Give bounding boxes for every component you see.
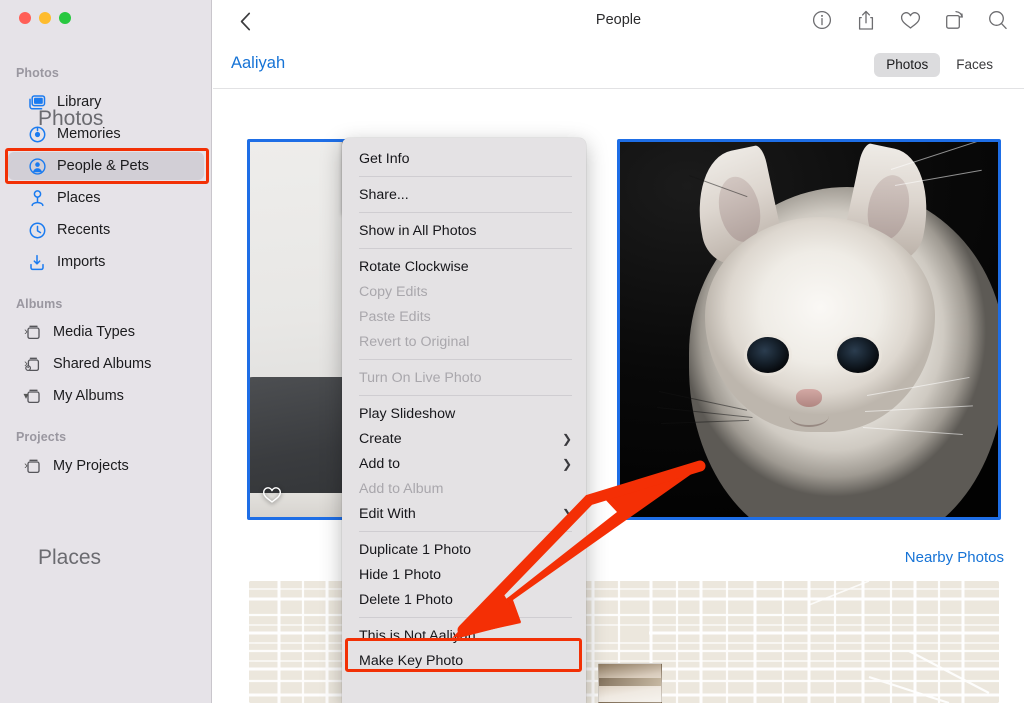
menu-separator [359, 359, 572, 360]
sidebar-group-title-photos: Photos [16, 66, 59, 80]
view-mode-segmented-control: Photos Faces [874, 53, 1005, 77]
chevron-right-icon[interactable]: › [20, 358, 32, 370]
section-heading-photos: Photos [38, 107, 104, 130]
menu-item-add-to[interactable]: Add to ❯ [342, 451, 586, 476]
people-pets-icon [26, 157, 48, 175]
menu-item-paste-edits: Paste Edits [359, 308, 431, 325]
menu-item-edit-with[interactable]: Edit With ❯ [342, 501, 586, 526]
imports-icon [26, 254, 48, 271]
photo-tile-cat[interactable] [619, 141, 999, 518]
chevron-right-icon[interactable]: › [20, 326, 32, 338]
menu-separator [359, 395, 572, 396]
search-icon[interactable] [987, 9, 1009, 31]
places-pin-icon [26, 189, 48, 207]
sidebar-item-label: Shared Albums [53, 356, 152, 372]
menu-item-duplicate-1-photo[interactable]: Duplicate 1 Photo [342, 537, 586, 562]
section-heading-places: Places [38, 546, 102, 569]
sidebar-group-title-projects: Projects [16, 430, 67, 444]
menu-item-add-to-album: Add to Album [359, 480, 444, 497]
menu-item-delete-1-photo[interactable]: Delete 1 Photo [342, 587, 586, 612]
sidebar: Photos Library Memories People & Pets Pl… [0, 0, 212, 703]
toolbar-icons [811, 9, 1009, 31]
chevron-right-icon[interactable]: › [20, 460, 32, 472]
sidebar-item-imports[interactable]: Imports [8, 248, 204, 276]
menu-item-play-slideshow[interactable]: Play Slideshow [342, 401, 586, 426]
context-menu: Get Info Share... Show in All Photos Rot… [342, 138, 586, 703]
sidebar-item-recents[interactable]: Recents [8, 216, 204, 244]
person-subheader: Aaliyah Photos Faces [213, 43, 1024, 89]
info-icon[interactable] [811, 9, 833, 31]
menu-item-turn-on-live-photo: Turn On Live Photo [359, 369, 482, 386]
menu-separator [359, 617, 572, 618]
favorite-heart-icon[interactable] [262, 486, 282, 506]
tab-faces[interactable]: Faces [944, 53, 1005, 77]
favorite-heart-icon[interactable] [899, 9, 921, 31]
menu-item-get-info[interactable]: Get Info [342, 146, 586, 171]
menu-item-revert-to-original: Revert to Original [359, 333, 470, 350]
sidebar-item-label: Imports [57, 254, 106, 270]
menu-separator [359, 531, 572, 532]
menu-item-rotate-clockwise[interactable]: Rotate Clockwise [342, 254, 586, 279]
sidebar-item-people-pets[interactable]: People & Pets [8, 152, 204, 180]
chevron-right-icon: ❯ [561, 506, 572, 521]
menu-item-make-key-photo[interactable]: Make Key Photo [342, 648, 586, 673]
share-icon[interactable] [855, 9, 877, 31]
person-name-label[interactable]: Aaliyah [231, 54, 285, 73]
chevron-right-icon: ❯ [561, 456, 572, 471]
photos-app-window: Photos Library Memories People & Pets Pl… [0, 0, 1024, 703]
menu-item-hide-1-photo[interactable]: Hide 1 Photo [342, 562, 586, 587]
window-traffic-lights [19, 12, 71, 24]
chevron-down-icon[interactable]: ▾ [20, 391, 32, 402]
sidebar-item-my-projects[interactable]: › My Projects [8, 452, 204, 480]
tab-photos[interactable]: Photos [874, 53, 941, 77]
cat-mouth [789, 405, 829, 427]
menu-item-show-in-all-photos[interactable]: Show in All Photos [342, 218, 586, 243]
cat-left-eye [747, 337, 789, 373]
map-photo-thumbnail[interactable] [598, 663, 662, 703]
rotate-icon[interactable] [943, 9, 965, 31]
nearby-photos-link[interactable]: Nearby Photos [905, 549, 1004, 566]
zoom-button[interactable] [59, 12, 71, 24]
chevron-right-icon: ❯ [561, 431, 572, 446]
menu-item-create[interactable]: Create ❯ [342, 426, 586, 451]
sidebar-item-label: Places [57, 190, 101, 206]
sidebar-item-media-types[interactable]: › Media Types [8, 318, 204, 346]
toolbar: People [213, 0, 1024, 43]
cat-right-eye [837, 337, 879, 373]
sidebar-item-label: Media Types [53, 324, 135, 340]
sidebar-item-label: My Albums [53, 388, 124, 404]
sidebar-item-label: People & Pets [57, 158, 149, 174]
sidebar-item-label: Recents [57, 222, 111, 238]
minimize-button[interactable] [39, 12, 51, 24]
sidebar-item-shared-albums[interactable]: › Shared Albums [8, 350, 204, 378]
sidebar-item-label: My Projects [53, 458, 129, 474]
menu-separator [359, 248, 572, 249]
menu-separator [359, 176, 572, 177]
sidebar-item-my-albums[interactable]: ▾ My Albums [8, 382, 204, 410]
close-button[interactable] [19, 12, 31, 24]
sidebar-group-title-albums: Albums [16, 297, 63, 311]
menu-item-copy-edits: Copy Edits [359, 283, 428, 300]
menu-item-share[interactable]: Share... [342, 182, 586, 207]
recents-clock-icon [26, 222, 48, 239]
sidebar-item-places[interactable]: Places [8, 184, 204, 212]
menu-item-this-is-not-aaliyah[interactable]: This is Not Aaliyah [342, 623, 586, 648]
menu-separator [359, 212, 572, 213]
